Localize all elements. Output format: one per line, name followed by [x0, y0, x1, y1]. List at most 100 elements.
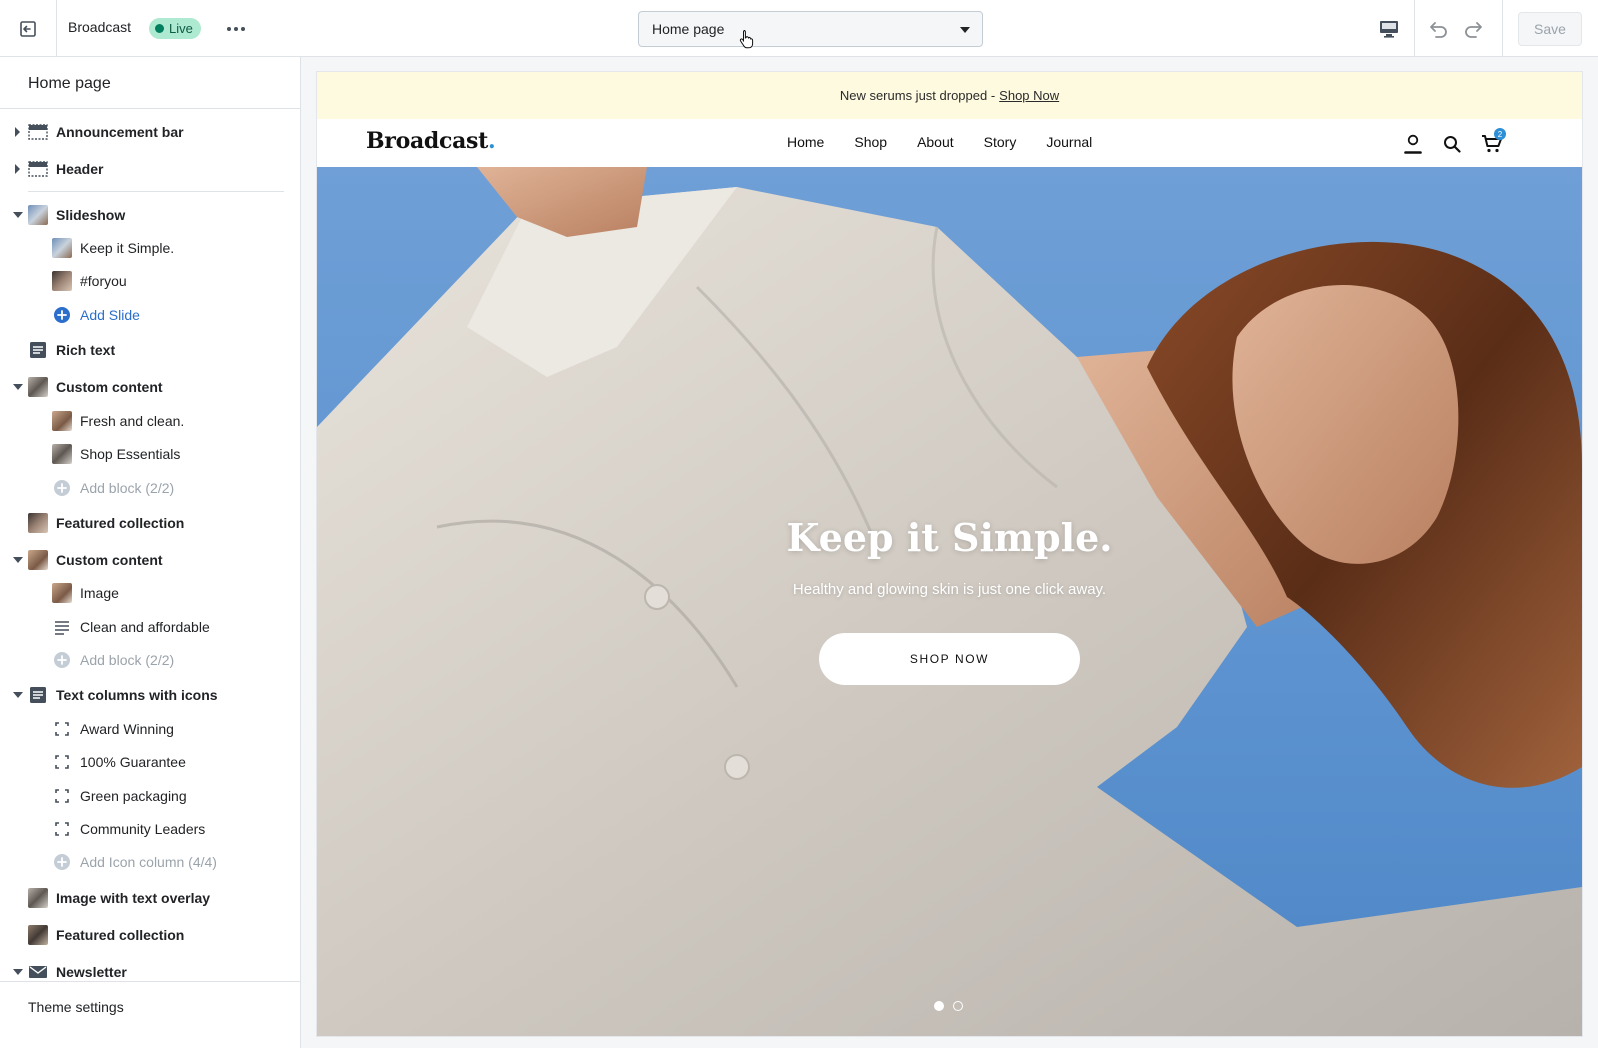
slide-thumbnail	[52, 271, 72, 291]
text-block-icon	[30, 687, 46, 703]
block-foryou[interactable]: #foryou	[0, 266, 300, 296]
block-guarantee[interactable]: 100% Guarantee	[0, 747, 300, 777]
chevron-right-icon	[15, 127, 20, 137]
editor-topbar: Broadcast Live Home page Save	[0, 0, 1598, 57]
block-label: 100% Guarantee	[80, 754, 186, 770]
preview-scrollbar[interactable]	[1584, 72, 1590, 1036]
sidebar-item-label: Featured collection	[56, 515, 185, 531]
text-lines-icon	[55, 621, 69, 635]
add-circle-icon	[54, 307, 70, 323]
announcement-bar[interactable]: New serums just dropped - Shop Now	[317, 72, 1582, 119]
add-slide-label: Add Slide	[80, 307, 140, 323]
desktop-icon	[1380, 20, 1398, 38]
column-frame-icon	[55, 822, 69, 836]
block-clean-and-affordable[interactable]: Clean and affordable	[0, 612, 300, 642]
announcement-link[interactable]: Shop Now	[999, 88, 1059, 103]
block-thumbnail	[52, 411, 72, 431]
sidebar-item-label: Image with text overlay	[56, 890, 211, 906]
sidebar-item-label: Slideshow	[56, 207, 126, 223]
add-circle-icon	[54, 652, 70, 668]
account-icon	[1404, 134, 1422, 154]
block-community-leaders[interactable]: Community Leaders	[0, 814, 300, 844]
logo-dot: .	[488, 128, 496, 154]
slide-dot-1[interactable]	[934, 1001, 944, 1011]
featured-collection-thumbnail	[28, 925, 48, 945]
sidebar-item-header[interactable]: Header	[0, 154, 300, 184]
store-logo[interactable]: Broadcast.	[366, 128, 496, 154]
hero-photo	[317, 167, 1582, 1036]
search-button[interactable]	[1441, 133, 1463, 155]
sidebar-item-featured-collection[interactable]: Featured collection	[0, 508, 300, 538]
undo-button[interactable]	[1425, 16, 1451, 42]
shop-now-button[interactable]: SHOP NOW	[819, 633, 1080, 685]
featured-collection-thumbnail	[28, 513, 48, 533]
block-green-packaging[interactable]: Green packaging	[0, 781, 300, 811]
block-keep-it-simple[interactable]: Keep it Simple.	[0, 233, 300, 263]
block-fresh-and-clean[interactable]: Fresh and clean.	[0, 406, 300, 436]
text-block-icon	[30, 342, 46, 358]
sidebar-item-label: Header	[56, 161, 104, 177]
sidebar-item-announcement-bar[interactable]: Announcement bar	[0, 117, 300, 147]
redo-icon	[1465, 22, 1482, 38]
device-preview-button[interactable]	[1364, 0, 1415, 57]
block-label: Fresh and clean.	[80, 413, 185, 429]
block-shop-essentials[interactable]: Shop Essentials	[0, 439, 300, 469]
slide-thumbnail	[52, 238, 72, 258]
chevron-down-icon	[13, 969, 23, 975]
live-status-label: Live	[169, 21, 193, 36]
cursor-hand-icon	[739, 30, 754, 49]
more-actions-button[interactable]	[222, 18, 250, 40]
sidebar-item-custom-content[interactable]: Custom content	[0, 545, 300, 575]
add-block-button[interactable]: Add block (2/2)	[0, 645, 300, 675]
add-circle-icon	[54, 854, 70, 870]
cart-button[interactable]: 2	[1481, 128, 1506, 155]
nav-link-shop[interactable]: Shop	[854, 134, 887, 150]
sidebar-title: Home page	[28, 75, 111, 92]
search-icon	[1444, 136, 1461, 153]
sidebar-item-text-columns[interactable]: Text columns with icons	[0, 680, 300, 710]
sidebar-item-featured-collection[interactable]: Featured collection	[0, 920, 300, 950]
block-label: #foryou	[80, 273, 127, 289]
sidebar-item-label: Rich text	[56, 342, 116, 358]
page-select-value: Home page	[652, 21, 725, 37]
block-label: Clean and affordable	[80, 619, 210, 635]
add-icon-column-button[interactable]: Add Icon column (4/4)	[0, 847, 300, 877]
announcement-bar-icon	[28, 124, 48, 140]
add-block-label: Add block (2/2)	[80, 480, 175, 496]
cart-count-badge: 2	[1494, 128, 1506, 140]
account-button[interactable]	[1402, 133, 1424, 155]
slide-dot-2[interactable]	[953, 1001, 963, 1011]
announcement-text: New serums just dropped -	[839, 88, 996, 103]
redo-button[interactable]	[1461, 16, 1487, 42]
sidebar-item-slideshow[interactable]: Slideshow	[0, 200, 300, 230]
add-block-button[interactable]: Add block (2/2)	[0, 473, 300, 503]
header-icon	[28, 161, 48, 177]
sidebar-item-image-with-text-overlay[interactable]: Image with text overlay	[0, 883, 300, 913]
chevron-down-icon	[960, 27, 970, 33]
nav-link-about[interactable]: About	[917, 134, 954, 150]
nav-link-journal[interactable]: Journal	[1046, 134, 1092, 150]
block-award-winning[interactable]: Award Winning	[0, 714, 300, 744]
add-slide-button[interactable]: Add Slide	[0, 300, 300, 330]
nav-link-story[interactable]: Story	[984, 134, 1017, 150]
nav-link-home[interactable]: Home	[787, 134, 824, 150]
block-label: Keep it Simple.	[80, 240, 175, 256]
main-nav: Home Shop About Story Journal	[787, 134, 1122, 150]
store-header: Broadcast. Home Shop About Story Journal…	[317, 119, 1582, 167]
live-dot-icon	[155, 24, 164, 33]
theme-settings-footer[interactable]: Theme settings	[0, 981, 300, 1048]
custom-content-thumbnail	[28, 377, 48, 397]
undo-icon	[1430, 22, 1447, 38]
block-image[interactable]: Image	[0, 578, 300, 608]
divider	[0, 108, 300, 109]
sidebar-item-rich-text[interactable]: Rich text	[0, 335, 300, 365]
save-button[interactable]: Save	[1518, 12, 1582, 46]
hero-subtitle: Healthy and glowing skin is just one cli…	[792, 581, 1107, 598]
exit-button[interactable]	[0, 0, 57, 57]
block-thumbnail	[52, 444, 72, 464]
page-select[interactable]: Home page	[638, 11, 983, 47]
sidebar-item-label: Custom content	[56, 552, 163, 568]
sidebar-item-label: Text columns with icons	[56, 687, 218, 703]
sidebar-item-custom-content[interactable]: Custom content	[0, 372, 300, 402]
slideshow-hero[interactable]: Keep it Simple. Healthy and glowing skin…	[317, 167, 1582, 1036]
